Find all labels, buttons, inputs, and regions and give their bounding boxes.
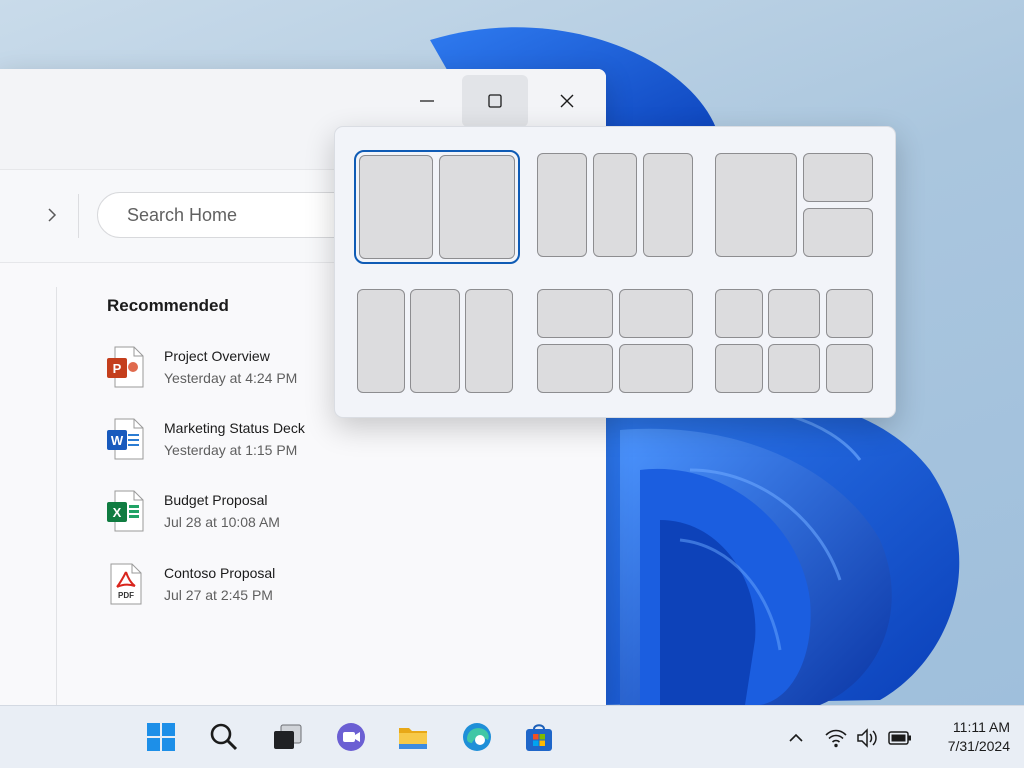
clock-button[interactable]: 11:11 AM 7/31/2024	[920, 718, 1010, 756]
minimize-icon	[420, 100, 434, 102]
excel-icon: X	[107, 490, 144, 532]
snap-layout-two-halves[interactable]	[354, 150, 520, 264]
snap-zone[interactable]	[768, 289, 820, 338]
navigation-divider	[56, 287, 57, 705]
task-view-icon	[274, 724, 302, 749]
volume-button[interactable]	[856, 726, 880, 750]
task-view-button[interactable]	[270, 720, 304, 754]
recommended-heading: Recommended	[107, 296, 229, 315]
search-icon	[210, 723, 238, 751]
snap-layouts-flyout	[334, 126, 896, 418]
file-name: Project Overview	[164, 348, 270, 364]
chevron-up-icon	[789, 733, 803, 742]
snap-zone[interactable]	[803, 208, 873, 257]
minimize-button[interactable]	[394, 75, 460, 127]
start-button[interactable]	[144, 720, 178, 754]
file-explorer-icon	[399, 728, 427, 749]
snap-zone[interactable]	[537, 289, 613, 338]
teams-icon	[337, 723, 365, 751]
toolbar-divider	[78, 194, 79, 238]
recommended-file[interactable]: PDF Contoso Proposal Jul 27 at 2:45 PM	[106, 563, 406, 609]
snap-zone[interactable]	[619, 289, 693, 338]
windows-start-icon	[147, 723, 175, 751]
battery-button[interactable]	[888, 726, 912, 750]
maximize-button[interactable]	[462, 75, 528, 127]
store-button[interactable]	[522, 720, 556, 754]
snap-zone[interactable]	[768, 344, 820, 393]
snap-zone[interactable]	[410, 289, 460, 393]
file-date: Yesterday at 1:15 PM	[164, 442, 298, 458]
file-date: Yesterday at 4:24 PM	[164, 370, 298, 386]
pdf-icon: PDF	[110, 563, 142, 605]
volume-icon	[857, 728, 877, 748]
close-icon	[560, 94, 574, 108]
snap-zone[interactable]	[439, 155, 515, 259]
show-hidden-icons-button[interactable]	[786, 726, 806, 750]
snap-zone[interactable]	[826, 289, 873, 338]
wifi-icon	[825, 729, 847, 748]
file-name: Budget Proposal	[164, 492, 268, 508]
close-button[interactable]	[534, 75, 600, 127]
battery-icon	[888, 731, 911, 745]
snap-zone[interactable]	[359, 155, 433, 259]
snap-zone[interactable]	[715, 289, 763, 338]
snap-layout-large-left-two-right[interactable]	[715, 153, 875, 261]
file-date: Jul 28 at 10:08 AM	[164, 514, 280, 530]
snap-layout-three-columns[interactable]	[537, 153, 697, 261]
taskbar: 11:11 AM 7/31/2024	[0, 705, 1024, 768]
svg-text:X: X	[113, 505, 122, 520]
snap-zone[interactable]	[715, 344, 763, 393]
file-name: Contoso Proposal	[164, 565, 276, 581]
clock-date: 7/31/2024	[947, 738, 1010, 754]
file-explorer-button[interactable]	[396, 720, 430, 754]
maximize-icon	[488, 94, 502, 108]
network-button[interactable]	[824, 726, 848, 750]
chevron-right-icon[interactable]	[44, 206, 60, 224]
edge-icon	[463, 723, 491, 751]
edge-button[interactable]	[460, 720, 494, 754]
svg-text:W: W	[111, 433, 124, 448]
snap-zone[interactable]	[593, 153, 637, 257]
snap-zone[interactable]	[803, 153, 873, 202]
taskbar-search-button[interactable]	[207, 720, 241, 754]
snap-zone[interactable]	[357, 289, 405, 393]
teams-button[interactable]	[334, 720, 368, 754]
snap-zone[interactable]	[643, 153, 693, 257]
snap-layout-three-columns-wide-center[interactable]	[357, 289, 517, 397]
svg-text:P: P	[113, 361, 122, 376]
snap-zone[interactable]	[537, 153, 587, 257]
snap-layout-four-quadrants[interactable]	[537, 289, 697, 397]
recommended-file[interactable]: X Budget Proposal Jul 28 at 10:08 AM	[106, 490, 406, 536]
snap-zone[interactable]	[826, 344, 873, 393]
file-date: Jul 27 at 2:45 PM	[164, 587, 273, 603]
snap-zone[interactable]	[619, 344, 693, 393]
snap-layout-six-grid[interactable]	[715, 289, 875, 397]
search-placeholder: Search Home	[127, 204, 238, 225]
snap-zone[interactable]	[537, 344, 613, 393]
snap-zone[interactable]	[715, 153, 797, 257]
snap-zone[interactable]	[465, 289, 513, 393]
file-name: Marketing Status Deck	[164, 420, 305, 436]
svg-text:PDF: PDF	[118, 591, 134, 600]
powerpoint-icon: P	[107, 346, 144, 388]
word-icon: W	[107, 418, 144, 460]
clock-time: 11:11 AM	[952, 719, 1010, 735]
store-icon	[526, 724, 552, 751]
recommended-file[interactable]: W Marketing Status Deck Yesterday at 1:1…	[106, 418, 406, 464]
